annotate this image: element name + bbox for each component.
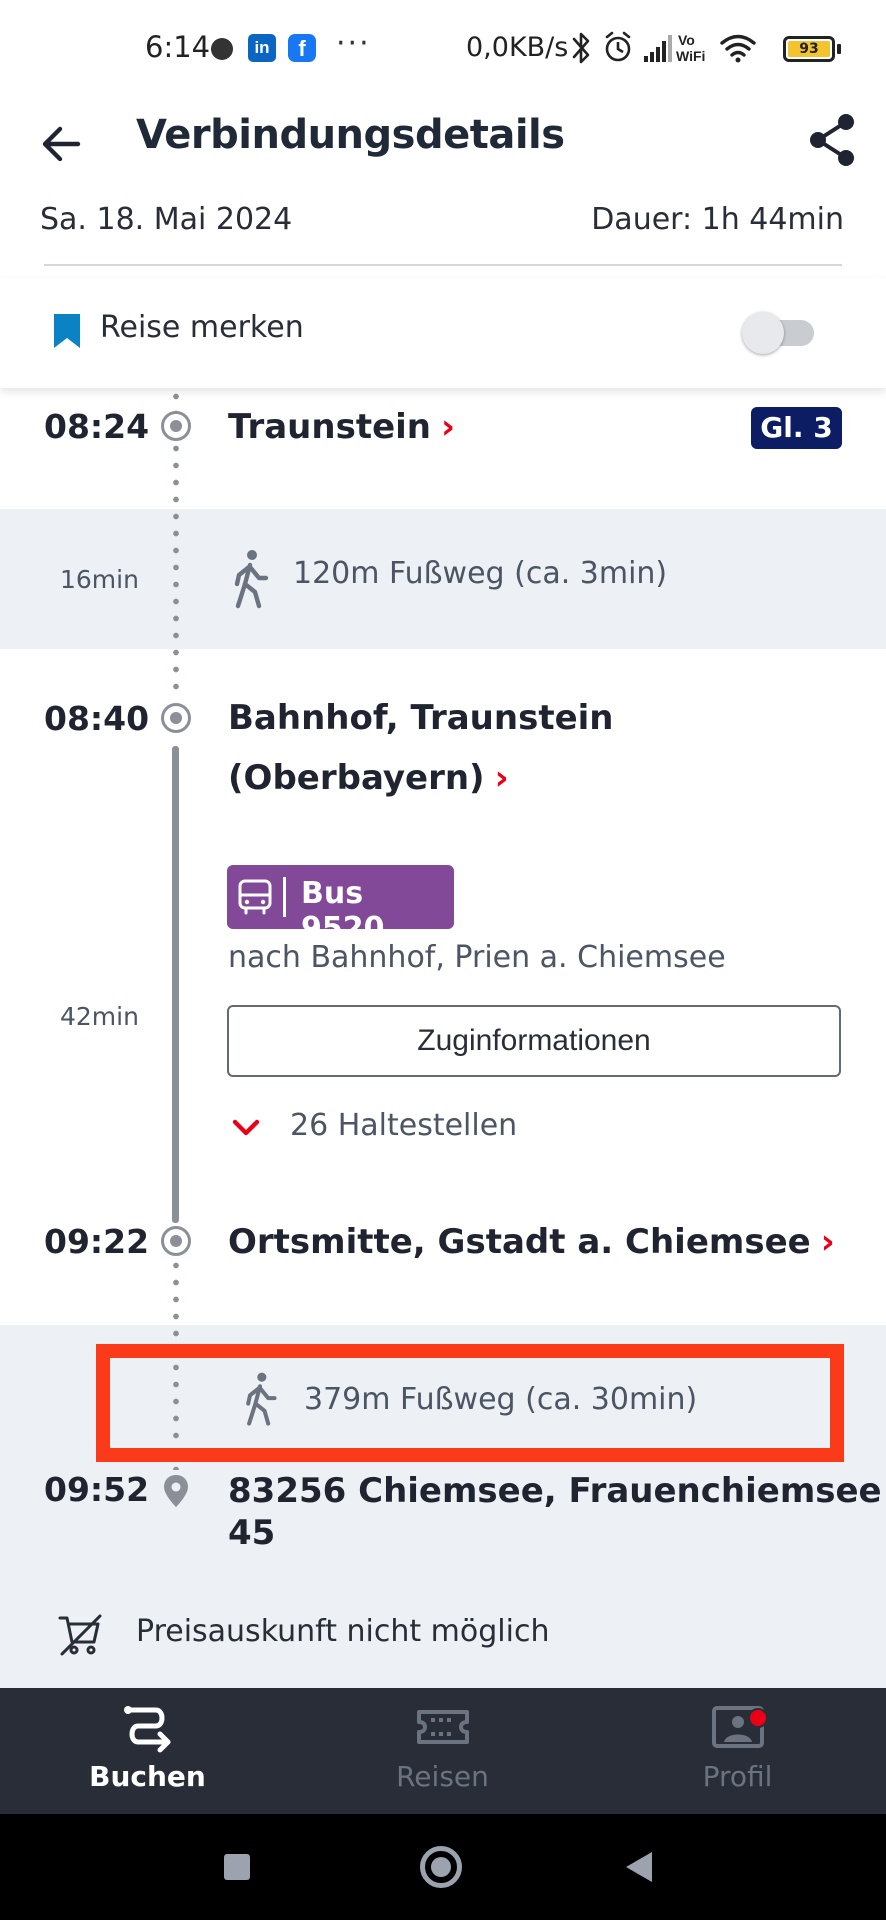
nav-item-profil[interactable]: Profil <box>590 1688 885 1814</box>
timeline-dotted-line <box>173 440 179 698</box>
svg-text:Vo: Vo <box>678 32 695 48</box>
train-info-button[interactable]: Zuginformationen <box>227 1005 841 1077</box>
price-info-label: Preisauskunft nicht möglich <box>136 1614 550 1649</box>
departure-time: 08:40 <box>44 699 150 738</box>
signal-icon <box>644 35 672 62</box>
timeline-dotted-line <box>173 388 179 412</box>
bookmark-icon <box>54 314 80 348</box>
wifi-icon <box>720 34 756 63</box>
facebook-icon: f <box>288 34 316 62</box>
destination-address: 83256 Chiemsee, Frauenchiemsee 45 <box>228 1470 882 1554</box>
nav-label: Buchen <box>89 1760 206 1793</box>
status-bar: 6:14 in f ··· 0,0KB/s Vo WiFi 93 <box>0 0 886 98</box>
notification-dot-icon <box>211 38 233 60</box>
platform-badge: Gl. 3 <box>751 407 842 449</box>
chevron-right-icon: › <box>820 1222 835 1262</box>
share-icon[interactable] <box>806 110 860 170</box>
price-info-row: Preisauskunft nicht möglich <box>0 1596 886 1676</box>
bus-line-badge: Bus 9520 <box>227 865 454 946</box>
remember-toggle[interactable] <box>742 310 816 354</box>
route-icon <box>123 1706 170 1753</box>
home-button[interactable] <box>420 1846 462 1888</box>
bus-destination: nach Bahnhof, Prien a. Chiemsee <box>228 940 726 975</box>
nav-label: Reisen <box>396 1760 489 1793</box>
stop-circle-icon <box>161 1226 191 1256</box>
alarm-icon <box>605 31 631 62</box>
status-time: 6:14 <box>145 30 211 64</box>
timeline-bus-line <box>172 746 179 1223</box>
cart-unavailable-icon <box>58 1614 102 1656</box>
battery-tip <box>837 44 841 54</box>
intermediate-stops-label: 26 Haltestellen <box>290 1108 518 1143</box>
back-button[interactable] <box>626 1852 652 1882</box>
bottom-navigation: Buchen Reisen Profil <box>0 1688 886 1814</box>
app-header: Verbindungsdetails Sa. 18. Mai 2024 Daue… <box>0 98 886 278</box>
connection-timeline: 08:24 Traunstein › Gl. 3 16min 120m Fußwe… <box>0 388 886 1688</box>
bluetooth-icon <box>572 32 590 64</box>
station-link[interactable]: Traunstein › <box>228 397 455 457</box>
network-speed: 0,0KB/s <box>466 32 569 63</box>
arrow-left-icon[interactable] <box>34 114 94 174</box>
bus-icon <box>238 879 272 915</box>
bus-badge-separator <box>283 877 286 917</box>
recents-button[interactable] <box>224 1854 250 1880</box>
more-notifications-icon: ··· <box>336 26 371 61</box>
remember-journey-row[interactable]: Reise merken <box>0 278 886 388</box>
bus-ride-duration: 42min <box>60 1002 139 1031</box>
stop-circle-icon <box>161 703 191 733</box>
walk-duration: 16min <box>60 565 139 594</box>
battery-icon: 93 <box>783 36 835 62</box>
nav-label: Profil <box>702 1760 773 1793</box>
stop-circle-icon <box>161 411 191 441</box>
bus-line-label: Bus 9520 <box>301 876 385 946</box>
system-navigation-bar <box>0 1814 886 1920</box>
profile-notification-dot <box>748 1708 768 1728</box>
walk-icon <box>234 550 269 609</box>
arrival-time: 09:52 <box>44 1470 150 1509</box>
linkedin-icon: in <box>248 34 276 62</box>
remember-journey-label: Reise merken <box>100 310 304 345</box>
station-name-line2: (Oberbayern) <box>228 758 485 798</box>
chevron-right-icon: › <box>494 758 509 798</box>
destination-line1: 83256 Chiemsee, Frauenchiemsee <box>228 1471 882 1511</box>
nav-item-buchen[interactable]: Buchen <box>0 1688 295 1814</box>
walk-description: 120m Fußweg (ca. 3min) <box>293 556 668 591</box>
station-name: Traunstein <box>228 407 431 447</box>
journey-duration: Dauer: 1h 44min <box>591 202 844 237</box>
toggle-knob <box>742 312 784 354</box>
ticket-icon <box>416 1710 469 1744</box>
header-divider <box>44 264 842 266</box>
departure-time: 08:24 <box>44 407 150 446</box>
location-pin-icon <box>164 1475 188 1507</box>
svg-text:WiFi: WiFi <box>676 48 705 64</box>
chevron-right-icon: › <box>441 407 456 447</box>
journey-date: Sa. 18. Mai 2024 <box>40 202 293 237</box>
station-name-line1: Bahnhof, Traunstein <box>228 698 614 738</box>
destination-line2: 45 <box>228 1513 276 1553</box>
nav-item-reisen[interactable]: Reisen <box>295 1688 590 1814</box>
battery-level: 93 <box>788 41 830 57</box>
station-link[interactable]: Bahnhof, Traunstein (Oberbayern) › <box>228 688 614 808</box>
chevron-down-icon <box>232 1119 260 1136</box>
vowifi-icon: Vo WiFi <box>676 32 705 64</box>
arrival-time: 09:22 <box>44 1222 150 1261</box>
station-link[interactable]: Ortsmitte, Gstadt a. Chiemsee › <box>228 1212 835 1272</box>
page-title: Verbindungsdetails <box>136 112 565 158</box>
station-name: Ortsmitte, Gstadt a. Chiemsee <box>228 1222 811 1262</box>
highlight-box <box>96 1344 844 1462</box>
